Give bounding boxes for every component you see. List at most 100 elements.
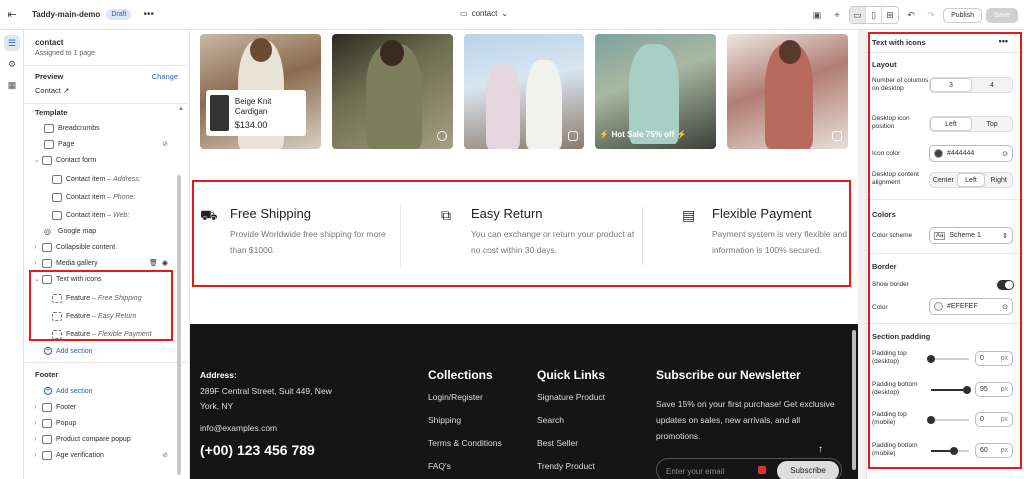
video-play-icon[interactable] xyxy=(436,131,447,141)
footer-add-section-button[interactable]: + Add section xyxy=(44,383,93,399)
sidebar-item-contact-phone[interactable]: Contact item – Phone: xyxy=(52,189,135,205)
sidebar-item-google-map[interactable]: ◎ Google map xyxy=(44,223,96,239)
sidebar-item-collapsible-content[interactable]: › Collapsible content xyxy=(34,239,115,255)
collections-heading: Collections xyxy=(428,368,493,382)
sidebar-item-product-compare-popup[interactable]: › Product compare popup xyxy=(34,431,131,447)
change-link[interactable]: Change xyxy=(152,72,178,81)
top-bar: ⇤ Taddy-main-demo Draft ••• ▭ contact ⌄ … xyxy=(0,0,1024,30)
sidebar-item-page[interactable]: Page ⊘ xyxy=(44,136,168,152)
item-label: Age verification xyxy=(56,451,104,459)
sidebar-item-contact-address[interactable]: Contact item – Address: xyxy=(52,171,141,187)
footer-heading: Footer xyxy=(35,370,59,379)
email-link[interactable]: info@examples.com xyxy=(200,423,277,433)
marquee-label: Hot Sale 75% off xyxy=(611,130,675,139)
footer-link[interactable]: Trendy Product xyxy=(537,461,605,479)
footer-quick-links: Quick Links Signature Product Search Bes… xyxy=(537,368,605,479)
chevron-down-icon: ⌄ xyxy=(501,9,509,18)
save-button[interactable]: Save xyxy=(986,7,1018,23)
footer-link[interactable]: Search xyxy=(537,415,605,438)
chevron-right-icon[interactable]: › xyxy=(34,404,42,411)
sidebar-scrollbar[interactable] xyxy=(177,175,181,475)
sidebar-item-contact-form[interactable]: ⌄ Contact form xyxy=(34,152,96,168)
footer-link[interactable]: Login/Register xyxy=(428,392,502,415)
chevron-right-icon[interactable]: › xyxy=(34,260,42,267)
item-label: Collapsible content xyxy=(56,243,116,251)
theme-settings-icon[interactable]: ⚙ xyxy=(4,56,20,72)
collapse-icon[interactable]: ▲ xyxy=(178,106,184,112)
map-pin-icon: ◎ xyxy=(44,226,51,236)
trash-icon[interactable]: 🗑 xyxy=(149,259,158,267)
preview-value[interactable]: Contact ↗ xyxy=(35,86,178,95)
product-price: $134.00 xyxy=(234,119,268,130)
item-dash: – xyxy=(107,211,112,219)
gallery-image[interactable]: ⚡ Hot Sale 75% off ⚡ xyxy=(595,34,717,149)
status-badge: Draft xyxy=(106,9,132,20)
sidebar-item-contact-web[interactable]: Contact item – Web: xyxy=(52,207,129,223)
chevron-down-icon[interactable]: ⌄ xyxy=(34,156,42,164)
preview-canvas[interactable]: Beige Knit Cardigan $134.00 ⚡ Hot Sale 7… xyxy=(190,30,858,479)
footer-link[interactable]: FAQ's xyxy=(428,461,502,479)
instagram-icon[interactable] xyxy=(568,131,579,141)
site-footer: Address: 289F Central Street, Suit 449, … xyxy=(190,324,858,479)
address-text: 289F Central Street, Suit 449, New York,… xyxy=(200,386,332,411)
canvas-scrollbar[interactable] xyxy=(852,330,856,470)
desktop-view-icon[interactable]: ▭ xyxy=(850,7,867,23)
redo-icon[interactable]: ↷ xyxy=(923,7,939,23)
sections-icon[interactable]: ☰ xyxy=(4,35,20,51)
section-icon xyxy=(42,402,52,412)
apps-icon[interactable]: ▦ xyxy=(4,77,20,93)
chevron-right-icon[interactable]: › xyxy=(34,452,42,459)
gallery-image[interactable]: Beige Knit Cardigan $134.00 xyxy=(200,34,321,149)
add-section-button[interactable]: + Add section xyxy=(44,343,93,359)
chevron-right-icon[interactable]: › xyxy=(34,436,42,443)
footer-link[interactable]: Best Seller xyxy=(537,438,605,461)
section-icon xyxy=(42,450,52,460)
plus-icon: + xyxy=(44,387,52,395)
sidebar-item-media-gallery[interactable]: › Media gallery 🗑 ◉ xyxy=(34,255,168,271)
publish-button[interactable]: Publish xyxy=(943,7,983,23)
footer-link[interactable]: Signature Product xyxy=(537,392,605,415)
product-card[interactable]: Beige Knit Cardigan $134.00 xyxy=(206,90,306,136)
section-icon xyxy=(44,139,54,149)
footer-link[interactable]: Shipping xyxy=(428,415,502,438)
hidden-eye-icon[interactable]: ⊘ xyxy=(162,451,168,459)
page-selector[interactable]: ▭ contact ⌄ xyxy=(460,9,508,18)
sidebar-item-age-verification[interactable]: › Age verification ⊘ xyxy=(34,447,168,463)
page-selector-label: contact xyxy=(471,9,498,18)
feature-description: Provide Worldwide free shipping for more… xyxy=(230,229,386,255)
undo-icon[interactable]: ↶ xyxy=(903,7,919,23)
app-icon[interactable]: ▣ xyxy=(809,7,825,23)
footer-link[interactable]: Terms & Conditions xyxy=(428,438,502,461)
fullscreen-icon[interactable]: ⊞ xyxy=(882,7,898,23)
subscribe-button[interactable]: Subscribe xyxy=(777,461,839,479)
product-thumbnail xyxy=(210,95,229,131)
block-icon xyxy=(52,174,62,184)
exit-icon[interactable]: ⇤ xyxy=(0,8,24,21)
chevron-right-icon[interactable]: › xyxy=(34,420,42,427)
item-label: Footer xyxy=(56,403,77,411)
gallery-image[interactable] xyxy=(727,34,848,149)
autofill-icon xyxy=(758,466,766,474)
hidden-eye-icon[interactable]: ⊘ xyxy=(162,140,168,148)
sidebar-item-footer[interactable]: › Footer xyxy=(34,399,76,415)
highlight-box xyxy=(29,270,173,341)
gallery-image[interactable] xyxy=(463,34,585,149)
phone-number: (+00) 123 456 789 xyxy=(200,442,315,458)
chevron-right-icon[interactable]: › xyxy=(34,244,42,251)
instagram-icon[interactable] xyxy=(831,131,842,141)
store-name: Taddy-main-demo xyxy=(32,10,101,19)
section-sidebar: contact Assigned to 1 page Preview Chang… xyxy=(24,30,190,479)
more-icon[interactable]: ••• xyxy=(143,9,154,20)
eye-icon[interactable]: ◉ xyxy=(162,259,168,267)
back-to-top-icon[interactable]: ↑ xyxy=(818,444,823,455)
newsletter-heading-wrap: Subscribe our Newsletter xyxy=(656,368,801,392)
sidebar-item-popup[interactable]: › Popup xyxy=(34,415,76,431)
media-gallery: Beige Knit Cardigan $134.00 ⚡ Hot Sale 7… xyxy=(200,34,848,150)
gallery-image[interactable] xyxy=(331,34,453,149)
item-sub: Address: xyxy=(113,175,141,183)
mobile-view-icon[interactable]: ▯ xyxy=(866,7,883,23)
sidebar-item-breadcrumbs[interactable]: Breadcrumbs xyxy=(44,120,100,136)
inspector-icon[interactable]: ⌖ xyxy=(829,7,845,23)
item-label: Popup xyxy=(56,419,77,427)
wallet-icon: ▤ xyxy=(682,207,696,223)
